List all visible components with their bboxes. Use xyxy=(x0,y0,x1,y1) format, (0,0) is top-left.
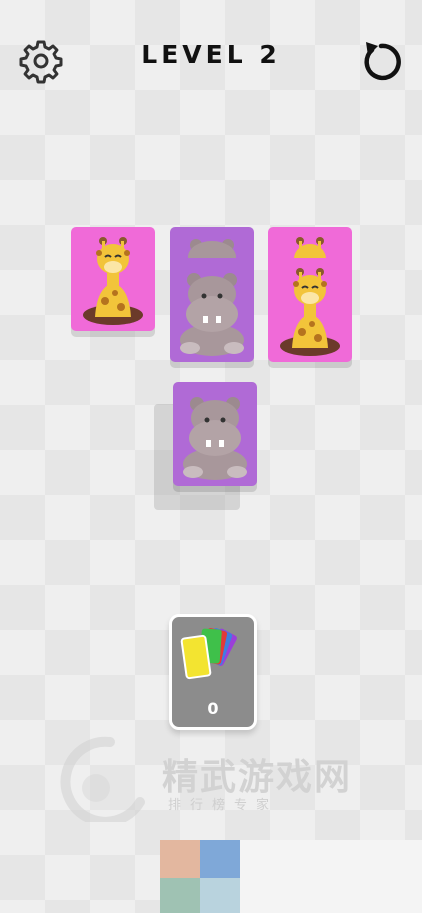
slot xyxy=(160,878,200,913)
tile-giraffe[interactable] xyxy=(268,258,352,362)
restart-button[interactable] xyxy=(358,38,404,84)
watermark-subtext: 排行榜专家 xyxy=(168,798,279,813)
tile-hippo[interactable] xyxy=(170,258,254,362)
watermark-text: 精武游戏网 xyxy=(162,757,353,798)
giraffe-icon xyxy=(83,237,143,325)
slot xyxy=(160,840,200,878)
hippo-icon xyxy=(180,273,244,356)
giraffe-icon xyxy=(280,268,340,356)
slot xyxy=(200,840,240,878)
tile-giraffe[interactable] xyxy=(71,227,155,331)
restart-icon xyxy=(364,42,401,81)
slot-bar-empty xyxy=(240,840,422,913)
card-deck-button[interactable]: 0 xyxy=(169,614,257,730)
hippo-icon xyxy=(183,397,247,480)
slot xyxy=(200,878,240,913)
tile-hippo[interactable] xyxy=(173,382,257,486)
card-fan-icon xyxy=(180,628,237,680)
deck-count: 0 xyxy=(207,699,219,718)
